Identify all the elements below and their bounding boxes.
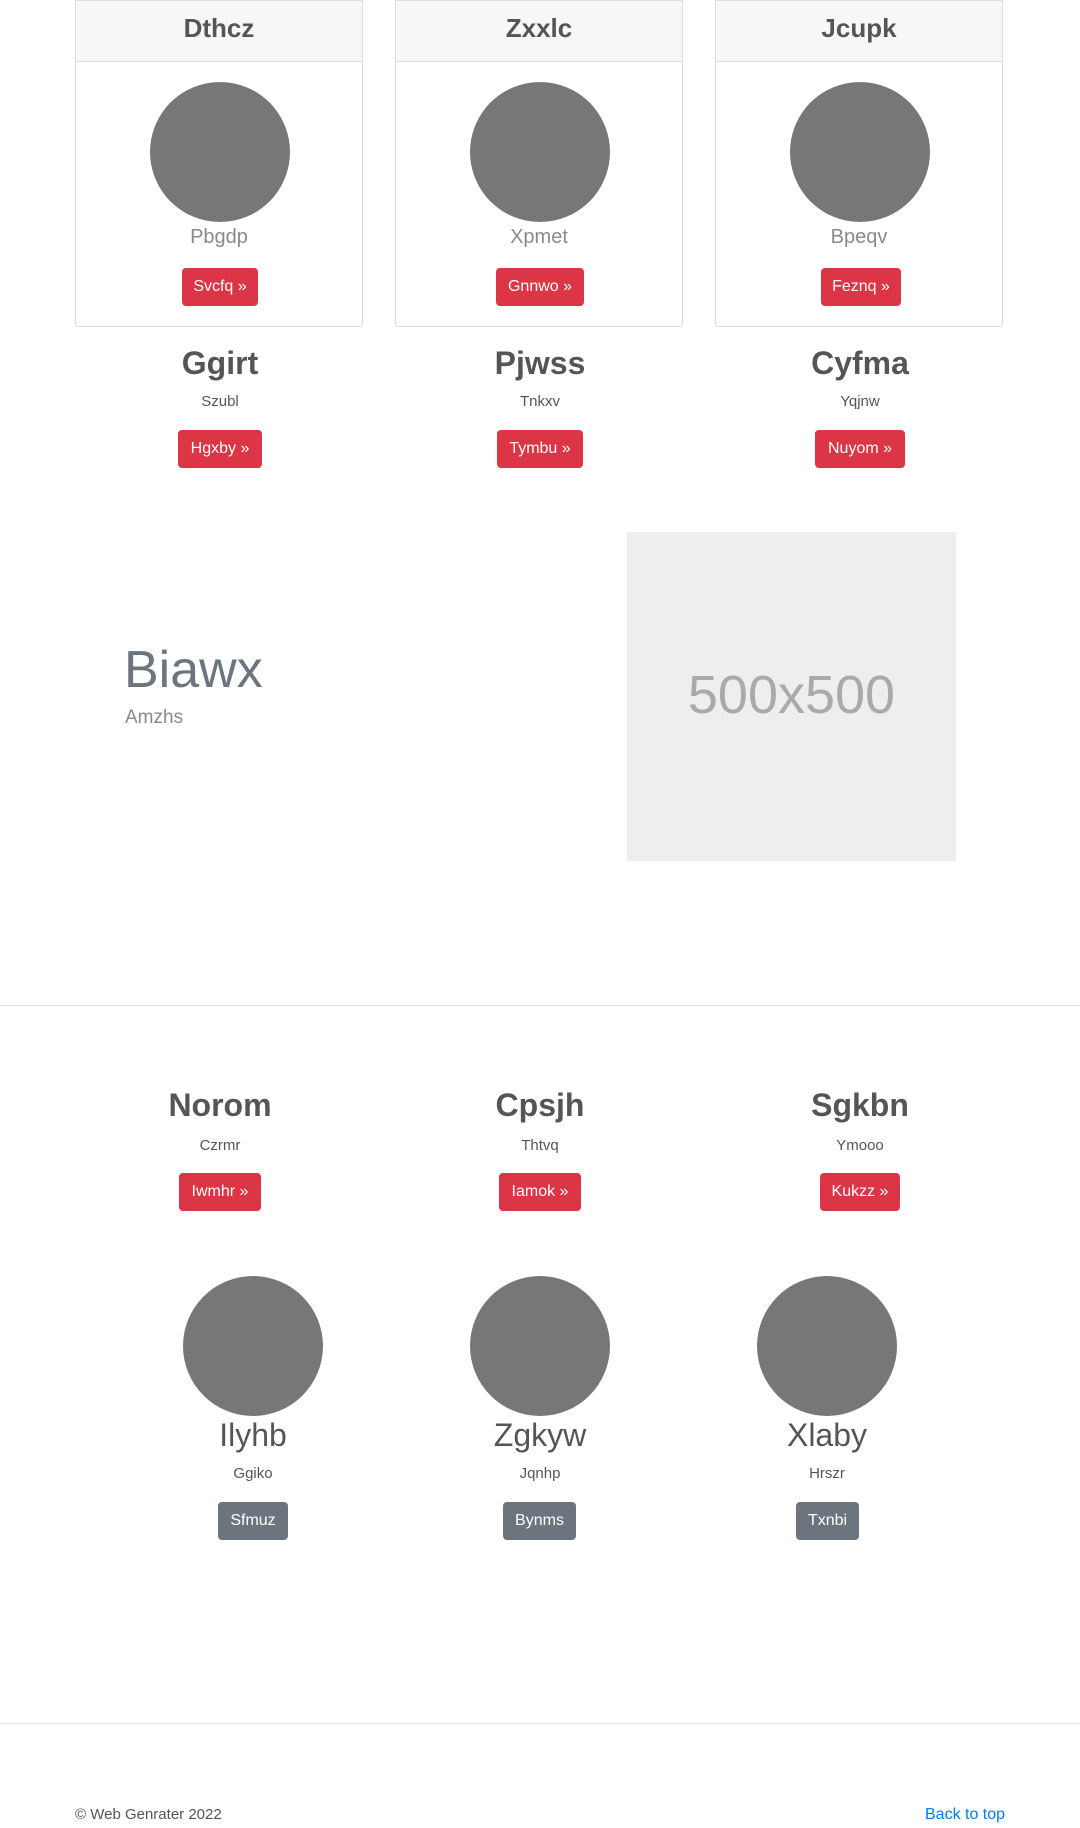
card-title: Zxxlc: [505, 13, 573, 43]
feature-button[interactable]: Iwmhr »: [179, 1173, 261, 1211]
feature-subtitle: Tnkxv: [519, 393, 560, 410]
feature-title: Cyfma: [811, 345, 909, 381]
feature-title: Sgkbn: [811, 1087, 909, 1123]
card-header: Dthcz: [76, 0, 362, 62]
feature-subtitle: Szubl: [201, 393, 239, 410]
feature-subtitle: Yqjnw: [840, 393, 880, 410]
feature-title: Ggirt: [181, 345, 259, 381]
avatar-placeholder: [470, 82, 610, 222]
back-to-top-link[interactable]: Back to top: [925, 1806, 1005, 1824]
avatar-placeholder: [183, 1276, 323, 1416]
team-subtitle: Ggiko: [233, 1465, 273, 1482]
hero-title: Biawx: [124, 641, 263, 699]
hero-subtitle: Amzhs: [125, 707, 184, 728]
card-button[interactable]: Feznq »: [821, 268, 901, 306]
feature-button[interactable]: Hgxby »: [178, 430, 262, 468]
avatar-placeholder: [470, 1276, 610, 1416]
team-subtitle: Jqnhp: [519, 1465, 561, 1482]
team-button[interactable]: Bynms: [503, 1502, 576, 1540]
card-header: Zxxlc: [396, 0, 682, 62]
image-placeholder-label: 500x500: [687, 665, 896, 725]
card-button[interactable]: Svcfq »: [182, 268, 258, 306]
team-name: Ilyhb: [219, 1417, 287, 1453]
feature-subtitle: Ymooo: [836, 1137, 884, 1154]
card-subtitle: Xpmet: [510, 226, 568, 248]
feature-button[interactable]: Tymbu »: [497, 430, 583, 468]
feature-button[interactable]: Iamok »: [499, 1173, 581, 1211]
feature-title: Pjwss: [494, 345, 586, 381]
team-name: Xlaby: [786, 1417, 868, 1453]
avatar-placeholder: [150, 82, 290, 222]
feature-title: Norom: [168, 1087, 272, 1123]
divider: [0, 1005, 1080, 1006]
card: Jcupk Bpeqv Feznq »: [715, 0, 1003, 327]
team-subtitle: Hrszr: [809, 1465, 845, 1482]
feature-button[interactable]: Nuyom »: [815, 430, 905, 468]
avatar-placeholder: [757, 1276, 897, 1416]
image-placeholder: 500x500: [627, 532, 956, 861]
card-subtitle: Bpeqv: [830, 226, 888, 248]
team-name: Zgkyw: [493, 1417, 587, 1453]
feature-title: Cpsjh: [495, 1087, 585, 1123]
feature-button[interactable]: Kukzz »: [820, 1173, 900, 1211]
team-button[interactable]: Txnbi: [796, 1502, 859, 1540]
card-header: Jcupk: [716, 0, 1002, 62]
card: Dthcz Pbgdp Svcfq »: [75, 0, 363, 327]
card-title: Jcupk: [821, 13, 897, 43]
footer-copyright: © Web Genrater 2022: [75, 1806, 222, 1823]
card-subtitle: Pbgdp: [190, 226, 248, 248]
card-title: Dthcz: [183, 13, 255, 43]
avatar-placeholder: [790, 82, 930, 222]
divider: [0, 1723, 1080, 1724]
feature-subtitle: Czrmr: [199, 1137, 241, 1154]
card-button[interactable]: Gnnwo »: [496, 268, 584, 306]
team-button[interactable]: Sfmuz: [218, 1502, 288, 1540]
feature-subtitle: Thtvq: [521, 1137, 559, 1154]
card: Zxxlc Xpmet Gnnwo »: [395, 0, 683, 327]
